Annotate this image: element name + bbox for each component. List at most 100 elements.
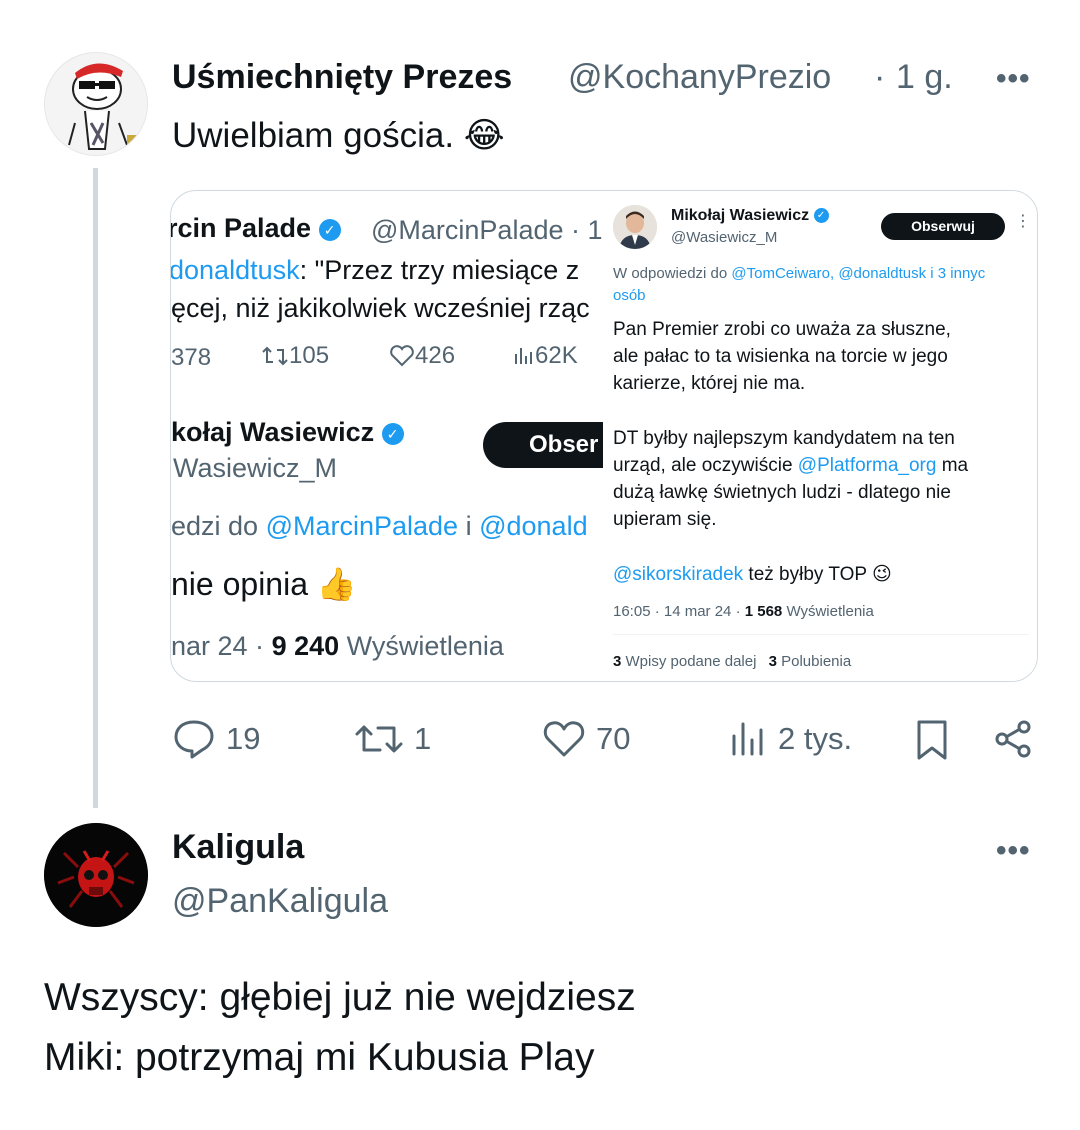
reply-text: Uwielbiam gościa. 😂	[172, 116, 505, 156]
right-likes-count: 3	[768, 653, 777, 670]
post-author-handle[interactable]: @PanKaligula	[172, 882, 388, 921]
avatar-usmiechniety-prezes[interactable]	[44, 52, 148, 156]
bookmark-button[interactable]	[914, 718, 950, 762]
views-chart-icon	[732, 722, 763, 756]
share-icon	[995, 720, 1031, 758]
right-para1-line3: karierze, której nie ma.	[613, 373, 806, 394]
reply-separator: ·	[874, 58, 886, 96]
right-para3: @sikorskiradek też byłby TOP 😉	[613, 563, 892, 586]
repost-button[interactable]: 1	[354, 718, 431, 760]
right-para3-rest: też byłby TOP	[743, 564, 867, 585]
left-body-text: nie opinia	[171, 566, 308, 602]
thumbs-up-emoji-icon: 👍	[316, 566, 357, 602]
left-screenshot: rcin Palade ✓ @MarcinPalade · 1 donaldtu…	[171, 191, 603, 681]
verified-badge-icon: ✓	[318, 218, 341, 241]
wink-emoji-icon: 😉	[872, 564, 892, 585]
comment-icon	[174, 720, 214, 759]
post-text-line1: Wszyscy: głębiej już nie wejdziesz	[44, 976, 636, 1019]
thread-line	[93, 168, 98, 808]
avatar-kaligula[interactable]	[44, 823, 148, 927]
like-count: 70	[596, 721, 631, 756]
left-reply-to: edzi do @MarcinPalade i @donald	[171, 511, 588, 542]
left-stat-views-count: 62K	[535, 342, 578, 369]
right-author-name: Mikołaj Wasiewicz ✓	[671, 207, 829, 225]
left-quote-mention: donaldtusk	[171, 255, 300, 285]
repost-count: 1	[414, 721, 432, 756]
reply-author-handle[interactable]: @KochanyPrezio	[568, 58, 831, 97]
repost-icon	[355, 725, 403, 753]
views-button[interactable]: 2 tys.	[728, 718, 852, 760]
left-stat-likes-count: 426	[415, 342, 456, 369]
left-author-name-text: rcin Palade	[171, 213, 312, 243]
left-author-handle: @MarcinPalade · 1	[371, 215, 603, 245]
cartoon-avatar-icon	[45, 53, 147, 155]
verified-badge-icon-2: ✓	[381, 422, 404, 445]
share-button[interactable]	[992, 718, 1034, 760]
right-more-icon: ⋮	[1015, 213, 1031, 230]
bookmark-icon	[917, 720, 947, 760]
reply-button[interactable]: 19	[172, 718, 260, 760]
right-reply-to-prefix: W odpowiedzi do	[613, 265, 732, 282]
reply-timestamp[interactable]: 1 g.	[896, 58, 953, 97]
right-author-name-text: Mikołaj Wasiewicz	[671, 207, 810, 224]
like-button[interactable]: 70	[542, 718, 630, 760]
right-divider	[613, 634, 1029, 635]
left-stat-reposts: 105	[261, 342, 329, 370]
right-screenshot: Mikołaj Wasiewicz ✓ @Wasiewicz_M Obserwu…	[603, 191, 1037, 681]
left-stat-reposts-count: 105	[289, 342, 330, 369]
tears-of-joy-emoji-icon: 😂	[463, 116, 505, 155]
reply-author-name[interactable]: Uśmiechnięty Prezes	[172, 58, 512, 97]
post-more-icon[interactable]: •••	[996, 834, 1031, 868]
left-stat-views: 62K	[513, 342, 578, 370]
right-para2-line2-a: urząd, ale oczywiście	[613, 455, 798, 476]
right-engagement: 3 Wpisy podane dalej 3 Polubienia	[613, 653, 851, 670]
right-para2-line2-b: ma	[936, 455, 969, 476]
views-count: 2 tys.	[778, 721, 853, 756]
left-date: nar 24 ·	[171, 631, 272, 661]
left-author2-handle: Wasiewicz_M	[173, 453, 338, 483]
right-timestamp: 16:05 · 14 mar 24 ·	[613, 603, 745, 620]
reply-count: 19	[226, 721, 261, 756]
left-reply-mention2: @donald	[479, 511, 588, 541]
right-para1-line2: ale pałac to ta wisienka na torcie w jeg…	[613, 346, 948, 367]
reply-text-body: Uwielbiam gościa.	[172, 116, 455, 155]
left-views-label: Wyświetlenia	[339, 631, 504, 661]
reply-more-icon[interactable]: •••	[996, 62, 1031, 96]
left-reply-to-prefix: edzi do	[171, 511, 266, 541]
right-para2-line1: DT byłby najlepszym kandydatem na ten	[613, 428, 955, 449]
left-author-name: rcin Palade ✓	[171, 213, 341, 244]
right-reply-to-suffix: osób	[613, 287, 646, 304]
left-reply-mention1: @MarcinPalade	[265, 511, 459, 541]
right-views-count: 1 568	[744, 603, 783, 620]
left-quote-rest: : "Przez trzy miesiące z	[299, 255, 580, 285]
post-author-name[interactable]: Kaligula	[172, 828, 304, 867]
left-stat-replies: 378	[171, 344, 212, 371]
right-para1-line1: Pan Premier zrobi co uważa za słuszne,	[613, 319, 951, 340]
left-reply-and: i	[458, 511, 480, 541]
left-views-icon	[515, 348, 532, 364]
post-text-line2: Miki: potrzymaj mi Kubusia Play	[44, 1036, 595, 1079]
left-date-views: nar 24 · 9 240 Wyświetlenia	[171, 631, 504, 662]
right-para2-line3: dużą ławkę świetnych ludzi - dlatego nie	[613, 482, 951, 503]
left-stat-likes: 426	[389, 342, 455, 370]
heart-icon	[543, 721, 585, 757]
right-reply-to: W odpowiedzi do @TomCeiwaro, @donaldtusk…	[613, 265, 985, 282]
reply-action-bar: 19 1 70 2 tys.	[170, 712, 1040, 768]
right-para2-line2: urząd, ale oczywiście @Platforma_org ma	[613, 455, 968, 477]
person-avatar-icon	[613, 205, 657, 249]
right-timestamp-views: 16:05 · 14 mar 24 · 1 568 Wyświetlenia	[613, 603, 874, 620]
right-reply-to-mentions: @TomCeiwaro, @donaldtusk i 3 innyc	[731, 265, 986, 282]
left-body: nie opinia 👍	[171, 565, 357, 603]
left-quote-line1: donaldtusk: "Przez trzy miesiące z	[171, 255, 579, 286]
right-reposts-label: Wpisy podane dalej	[621, 653, 757, 670]
left-author2-name-text: kołaj Wasiewicz	[171, 417, 375, 447]
right-author-handle: @Wasiewicz_M	[671, 229, 778, 246]
reply-media-image[interactable]: rcin Palade ✓ @MarcinPalade · 1 donaldtu…	[170, 190, 1038, 682]
right-follow-button: Obserwuj	[881, 213, 1005, 240]
left-views-count: 9 240	[271, 631, 340, 661]
right-likes-label: Polubienia	[776, 653, 852, 670]
right-para3-mention: @sikorskiradek	[613, 564, 744, 585]
right-para2-line4: upieram się.	[613, 509, 717, 530]
right-views-label: Wyświetlenia	[782, 603, 874, 620]
mini-avatar-wasiewicz	[613, 205, 657, 249]
